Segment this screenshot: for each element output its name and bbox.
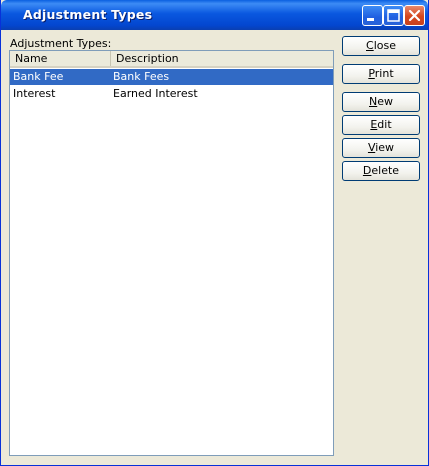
close-icon xyxy=(408,9,421,22)
list-item[interactable]: Interest Earned Interest xyxy=(10,86,333,102)
adjustment-types-window: Adjustment Types Adjustment Types: Name … xyxy=(0,0,429,466)
item-description: Earned Interest xyxy=(113,87,198,100)
new-mnemonic: N xyxy=(369,95,378,108)
delete-label: elete xyxy=(371,164,400,177)
list-item[interactable]: Bank Fee Bank Fees xyxy=(10,69,333,85)
minimize-icon xyxy=(367,18,374,21)
column-header-name[interactable]: Name xyxy=(10,51,111,66)
maximize-button[interactable] xyxy=(383,5,404,26)
close-button[interactable]: Close xyxy=(342,36,420,56)
item-name: Interest xyxy=(13,87,56,100)
new-label: ew xyxy=(377,95,393,108)
delete-button[interactable]: Delete xyxy=(342,161,420,181)
close-label: lose xyxy=(373,39,396,52)
print-label: rint xyxy=(374,67,394,80)
maximize-icon xyxy=(387,9,400,22)
list-label: Adjustment Types: xyxy=(10,37,112,50)
title-bar[interactable]: Adjustment Types xyxy=(1,0,428,30)
view-button[interactable]: View xyxy=(342,138,420,158)
view-label: iew xyxy=(375,141,395,154)
edit-label: dit xyxy=(377,118,392,131)
close-mnemonic: C xyxy=(366,39,374,52)
minimize-button[interactable] xyxy=(362,5,383,26)
print-button[interactable]: Print xyxy=(342,64,420,84)
item-description: Bank Fees xyxy=(113,70,170,83)
item-name: Bank Fee xyxy=(13,70,64,83)
close-window-button[interactable] xyxy=(404,5,425,26)
column-header-description[interactable]: Description xyxy=(111,51,333,66)
adjustment-types-list[interactable]: Name Description Bank Fee Bank Fees Inte… xyxy=(9,50,334,456)
edit-button[interactable]: Edit xyxy=(342,115,420,135)
list-header: Name Description xyxy=(10,51,333,68)
window-title: Adjustment Types xyxy=(23,7,153,22)
new-button[interactable]: New xyxy=(342,92,420,112)
